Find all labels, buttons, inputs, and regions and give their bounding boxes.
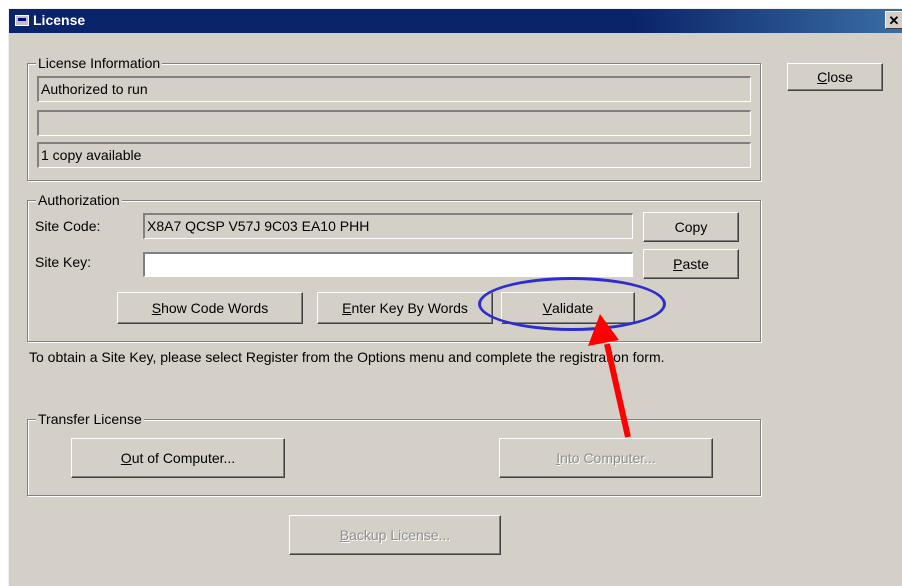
- red-arrow-annotation: [588, 314, 631, 438]
- red-arrow-head: [588, 314, 619, 346]
- red-arrow-shaft: [604, 343, 631, 438]
